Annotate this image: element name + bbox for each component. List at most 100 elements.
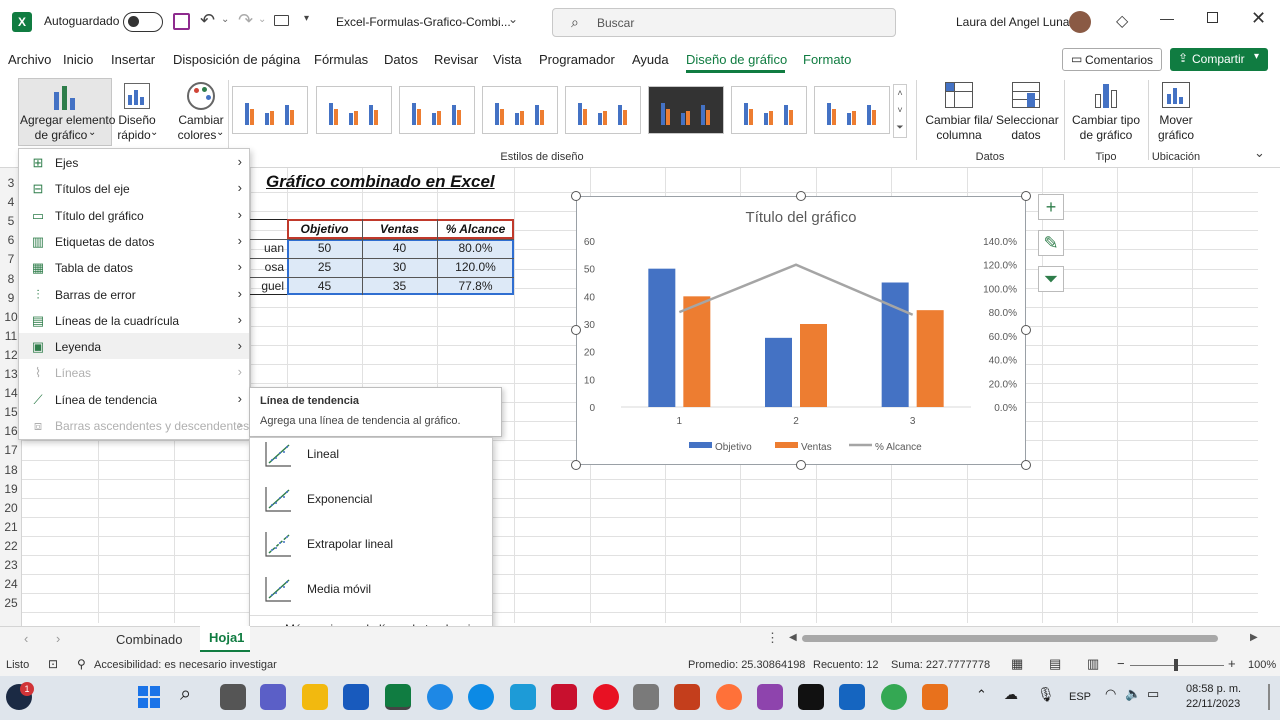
hand-app-icon[interactable] <box>922 684 948 710</box>
legend-label[interactable]: Objetivo <box>715 442 752 453</box>
horizontal-scrollbar[interactable] <box>802 635 1218 642</box>
minimize-icon[interactable]: — <box>1160 10 1174 26</box>
chart-style-2[interactable] <box>316 86 392 134</box>
table-value-cell[interactable]: 30 <box>362 260 437 274</box>
chart-style-3[interactable] <box>399 86 475 134</box>
menu-item-axis-titles[interactable]: ⊟ Títulos del eje › <box>20 176 248 202</box>
move-chart-icon[interactable] <box>1162 82 1190 108</box>
macro-record-icon[interactable]: ⊡ <box>48 657 58 671</box>
word-icon[interactable] <box>343 684 369 710</box>
task-view-icon[interactable] <box>220 684 246 710</box>
edge-icon[interactable] <box>468 684 494 710</box>
combo-chart[interactable]: Título del gráfico 0 10 20 30 40 50 60 0.0% 20.0… <box>576 196 1026 465</box>
resize-handle[interactable] <box>571 325 581 335</box>
switch-row-column-label1[interactable]: Cambiar fila/ <box>922 113 996 128</box>
quick-layout-icon[interactable] <box>124 83 150 109</box>
sheet-options-icon[interactable]: ⋮ <box>766 630 779 646</box>
redo-dropdown-icon[interactable]: ⌄ <box>258 14 266 25</box>
quick-layout-label1[interactable]: Diseño <box>114 113 160 128</box>
bar-ventas[interactable] <box>916 310 944 407</box>
language-indicator[interactable]: ESP <box>1069 691 1091 703</box>
battery-icon[interactable]: ▭ <box>1147 686 1159 702</box>
select-data-label1[interactable]: Seleccionar <box>996 113 1059 128</box>
table-value-cell[interactable]: 45 <box>287 279 362 293</box>
resize-handle[interactable] <box>571 191 581 201</box>
clock-time[interactable]: 08:58 p. m. <box>1186 683 1241 695</box>
hp-icon[interactable] <box>510 684 536 710</box>
store-icon[interactable] <box>633 684 659 710</box>
trendline-option[interactable]: Exponencial <box>250 479 492 523</box>
next-sheet-icon[interactable]: › <box>56 631 60 646</box>
change-colors-label2[interactable]: colores <box>174 128 220 143</box>
switch-row-column-icon[interactable] <box>945 82 973 108</box>
menu-item-error-bars[interactable]: ⫶ Barras de error › <box>20 282 248 308</box>
change-colors-label1[interactable]: Cambiar <box>174 113 228 128</box>
game-icon[interactable] <box>757 684 783 710</box>
diamond-icon[interactable]: ◇ <box>1116 11 1128 31</box>
zoom-level[interactable]: 100% <box>1248 659 1276 671</box>
undo-dropdown-icon[interactable]: ⌄ <box>221 14 229 25</box>
row-header[interactable]: 21 <box>0 520 22 534</box>
chart-elements-plus-icon[interactable]: + <box>1038 194 1064 220</box>
prev-sheet-icon[interactable]: ‹ <box>24 631 28 646</box>
bar-ventas[interactable] <box>800 324 827 407</box>
chart-title[interactable]: Título del gráfico <box>746 209 857 226</box>
row-header[interactable]: 19 <box>0 482 22 496</box>
quick-layout-label2[interactable]: rápido <box>114 128 154 143</box>
table-value-cell[interactable]: 77.8% <box>437 279 514 293</box>
resize-handle[interactable] <box>796 460 806 470</box>
redo-icon[interactable]: ↷ <box>238 10 253 31</box>
menu-insertar[interactable]: Insertar <box>111 52 155 67</box>
bar-objetivo[interactable] <box>881 282 909 408</box>
change-chart-type-icon[interactable] <box>1093 82 1121 108</box>
zoom-out-icon[interactable]: − <box>1117 656 1125 671</box>
legend-label[interactable]: % Alcance <box>875 442 922 453</box>
menu-item-chart-title[interactable]: ▭ Título del gráfico › <box>20 203 248 229</box>
change-chart-type-label1[interactable]: Cambiar tipo <box>1068 113 1144 128</box>
hscroll-right-icon[interactable]: ▶ <box>1250 632 1258 643</box>
select-data-icon[interactable] <box>1012 82 1040 108</box>
save-icon[interactable] <box>173 13 190 30</box>
menu-item-data-labels[interactable]: ▥ Etiquetas de datos › <box>20 229 248 255</box>
legend-label[interactable]: Ventas <box>801 442 832 453</box>
zoom-slider-thumb[interactable] <box>1174 659 1178 671</box>
open-folder-icon[interactable] <box>274 15 289 26</box>
table-value-cell[interactable]: 40 <box>362 241 437 255</box>
table-value-cell[interactable]: 35 <box>362 279 437 293</box>
menu-datos[interactable]: Datos <box>384 52 418 67</box>
resize-handle[interactable] <box>796 191 806 201</box>
move-chart-label2[interactable]: gráfico <box>1150 128 1202 143</box>
search-box[interactable]: ⌕ Buscar <box>552 8 896 37</box>
volume-icon[interactable]: 🔈 <box>1125 686 1141 702</box>
undo-icon[interactable]: ↶ <box>200 10 215 31</box>
resize-handle[interactable] <box>571 460 581 470</box>
sheet-tab-hoja1[interactable]: Hoja1 <box>200 626 250 652</box>
menu-item-axes[interactable]: ⊞ Ejes › <box>20 150 248 176</box>
menu-vista[interactable]: Vista <box>493 52 522 67</box>
move-chart-label1[interactable]: Mover <box>1150 113 1202 128</box>
resize-handle[interactable] <box>1021 460 1031 470</box>
cloud-icon[interactable]: ☁ <box>1004 686 1018 703</box>
status-accessibility[interactable]: Accesibilidad: es necesario investigar <box>94 659 277 671</box>
resize-handle[interactable] <box>1021 191 1031 201</box>
row-header[interactable]: 23 <box>0 558 22 572</box>
menu-item-trendline[interactable]: ⟋ Línea de tendencia › <box>20 387 248 413</box>
wifi-icon[interactable]: ◠ <box>1105 686 1116 702</box>
table-name-cell[interactable]: uan <box>250 241 284 255</box>
chart-filters-funnel-icon[interactable]: ⏷ <box>1038 266 1064 292</box>
menu-formulas[interactable]: Fórmulas <box>314 52 368 67</box>
bar-objetivo[interactable] <box>765 337 792 407</box>
file-name[interactable]: Excel-Formulas-Grafico-Combi... <box>336 15 511 29</box>
powerpoint-icon[interactable] <box>674 684 700 710</box>
teams-icon[interactable] <box>260 684 286 710</box>
table-value-cell[interactable]: 80.0% <box>437 241 514 255</box>
excel-taskbar-icon[interactable] <box>385 684 411 710</box>
chart-style-8[interactable] <box>814 86 890 134</box>
table-name-cell[interactable]: guel <box>250 279 284 293</box>
hscroll-left-icon[interactable]: ◀ <box>789 632 797 643</box>
table-name-cell[interactable]: osa <box>250 260 284 274</box>
menu-item-gridlines[interactable]: ▤ Líneas de la cuadrícula › <box>20 308 248 334</box>
file-explorer-icon[interactable] <box>302 684 328 710</box>
trendline-option[interactable]: Lineal <box>250 434 492 478</box>
page-layout-view-icon[interactable]: ▤ <box>1049 656 1061 672</box>
